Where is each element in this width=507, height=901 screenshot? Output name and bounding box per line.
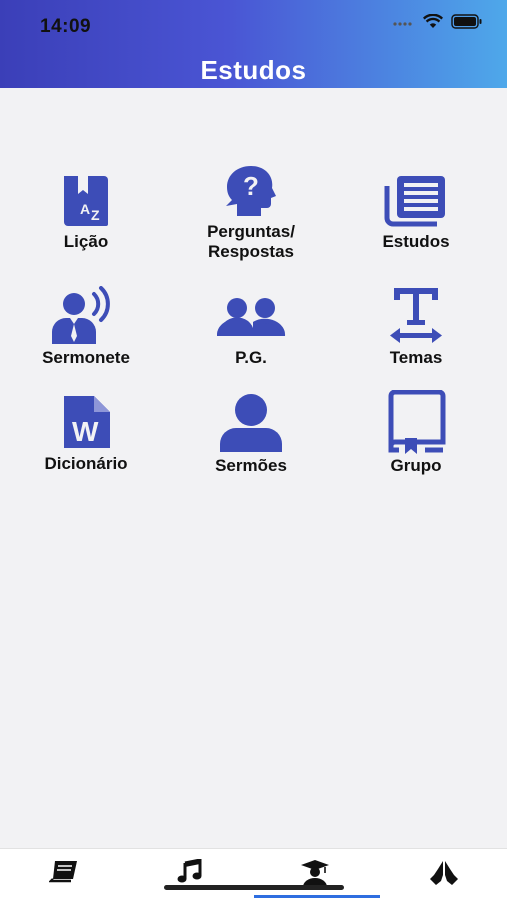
menu-item-sermonete[interactable]: Sermonete [6,286,166,396]
group-people-icon [216,298,286,336]
user-icon [220,394,282,452]
menu-item-pg[interactable]: P.G. [171,286,331,396]
menu-label-sermonete: Sermonete [42,348,130,367]
svg-text:A: A [80,201,90,217]
speaker-person-icon [52,286,110,344]
newspaper-stack-icon [384,176,445,227]
active-tab-indicator [254,895,380,898]
svg-text:?: ? [243,171,259,201]
wifi-icon [422,13,444,34]
menu-item-sermoes[interactable]: Sermões [171,392,331,502]
menu-label-dicionario: Dicionário [44,454,128,473]
head-question-icon: ? [226,166,276,216]
app-header: 14:09 Estudos [0,0,507,88]
status-time: 14:09 [40,16,92,37]
menu-label-pg: P.G. [235,348,267,367]
tab-prayer[interactable] [414,859,474,895]
music-note-icon [177,859,202,883]
svg-text:Z: Z [91,207,100,223]
menu-item-grupo[interactable]: Grupo [336,390,496,500]
word-document-icon: W [64,396,110,448]
tab-book[interactable] [34,859,94,895]
menu-item-dicionario[interactable]: W Dicionário [6,394,166,504]
bookmark-book-icon [388,390,446,454]
text-size-icon [390,288,442,343]
book-icon [49,861,77,883]
svg-text:W: W [72,416,99,447]
graduate-icon [301,860,329,887]
tab-bar [0,848,507,901]
menu-label-temas: Temas [389,348,443,367]
menu-label-grupo: Grupo [390,456,442,475]
menu-item-estudos[interactable]: Estudos [336,172,496,282]
menu-item-perguntas-respostas[interactable]: ? Perguntas/ Respostas [171,164,331,274]
menu-label-perguntas: Perguntas/ [207,222,295,241]
menu-label-licao: Lição [63,232,109,251]
status-icons [393,13,483,34]
menu-label-respostas: Respostas [208,242,294,261]
signal-icon [393,15,415,33]
praying-hands-icon [430,861,458,885]
menu-item-temas[interactable]: Temas [336,286,496,396]
home-indicator [164,885,344,890]
menu-label-estudos: Estudos [382,232,450,251]
page-title: Estudos [200,55,307,85]
menu-item-licao[interactable]: A Z Lição [6,172,166,282]
battery-icon [451,14,483,34]
book-az-icon: A Z [64,176,108,226]
menu-label-sermoes: Sermões [215,456,287,475]
